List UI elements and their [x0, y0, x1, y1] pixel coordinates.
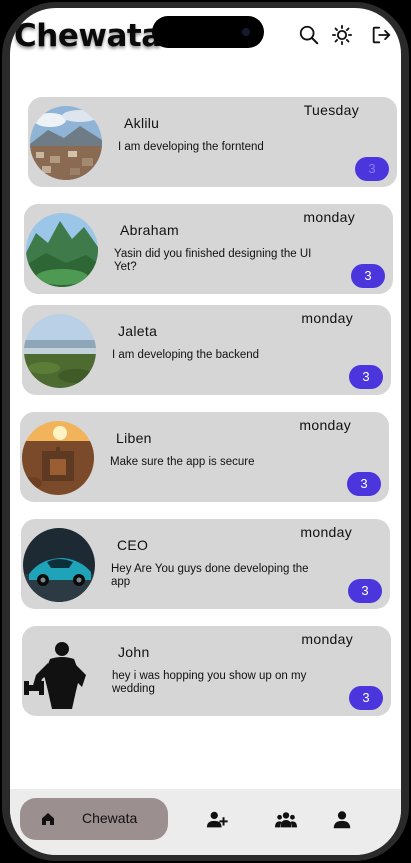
chat-day: monday — [299, 417, 351, 433]
chat-day: Tuesday — [303, 102, 359, 118]
unread-badge: 3 — [347, 472, 381, 496]
unread-badge: 3 — [355, 157, 389, 181]
unread-badge: 3 — [349, 686, 383, 710]
chat-name: Aklilu — [124, 115, 160, 131]
app-title: Chewata — [14, 18, 162, 54]
camera-dot — [242, 28, 250, 36]
sports-car-photo — [23, 528, 95, 602]
app-screen: Chewata Aklilu Tuesday I am developing t… — [10, 8, 401, 855]
chat-last-message: Hey Are You guys done developing the app — [111, 563, 309, 588]
chat-name: CEO — [117, 537, 149, 553]
unread-badge: 3 — [351, 264, 385, 288]
group-icon[interactable] — [275, 809, 297, 831]
nav-home-button[interactable]: Chewata — [20, 798, 168, 840]
chat-last-message: Make sure the app is secure — [110, 456, 255, 468]
search-icon[interactable] — [298, 24, 320, 46]
chat-day: monday — [300, 524, 352, 540]
rock-church-photo — [22, 421, 94, 495]
chat-day: monday — [301, 631, 353, 647]
dynamic-island — [152, 16, 264, 48]
chat-last-message: I am developing the forntend — [118, 141, 264, 153]
bottom-nav: Chewata — [10, 789, 401, 855]
chat-item-aklilu[interactable]: Aklilu Tuesday I am developing the fornt… — [28, 97, 397, 187]
chat-last-message: I am developing the backend — [112, 349, 260, 361]
bodybuilder-silhouette — [24, 635, 96, 709]
chat-name: Jaleta — [118, 323, 158, 339]
chat-day: monday — [301, 310, 353, 326]
home-icon — [40, 811, 56, 827]
add-person-icon[interactable] — [206, 809, 228, 831]
chat-item-ceo[interactable]: CEO monday Hey Are You guys done develop… — [21, 519, 390, 609]
unread-badge: 3 — [349, 365, 383, 389]
unread-badge: 3 — [348, 579, 382, 603]
theme-toggle-icon[interactable] — [331, 24, 353, 46]
chat-day: monday — [303, 209, 355, 225]
chat-name: Abraham — [120, 222, 179, 238]
chat-item-john[interactable]: John monday hey i was hopping you show u… — [22, 626, 391, 716]
chat-name: Liben — [116, 430, 152, 446]
green-mountains-photo — [26, 213, 98, 287]
lake-landscape-photo — [24, 314, 96, 388]
nav-home-label: Chewata — [82, 810, 138, 826]
chat-last-message: Yasin did you finished designing the UI … — [114, 248, 312, 273]
chat-item-jaleta[interactable]: Jaleta monday I am developing the backen… — [22, 305, 391, 395]
mountain-village-photo — [30, 106, 102, 180]
chat-item-abraham[interactable]: Abraham monday Yasin did you finished de… — [24, 204, 393, 294]
chat-last-message: hey i was hopping you show up on my wedd… — [112, 670, 307, 695]
chat-name: John — [118, 644, 150, 660]
logout-icon[interactable] — [370, 24, 392, 46]
chat-item-liben[interactable]: Liben monday Make sure the app is secure… — [20, 412, 389, 502]
profile-icon[interactable] — [331, 809, 353, 831]
